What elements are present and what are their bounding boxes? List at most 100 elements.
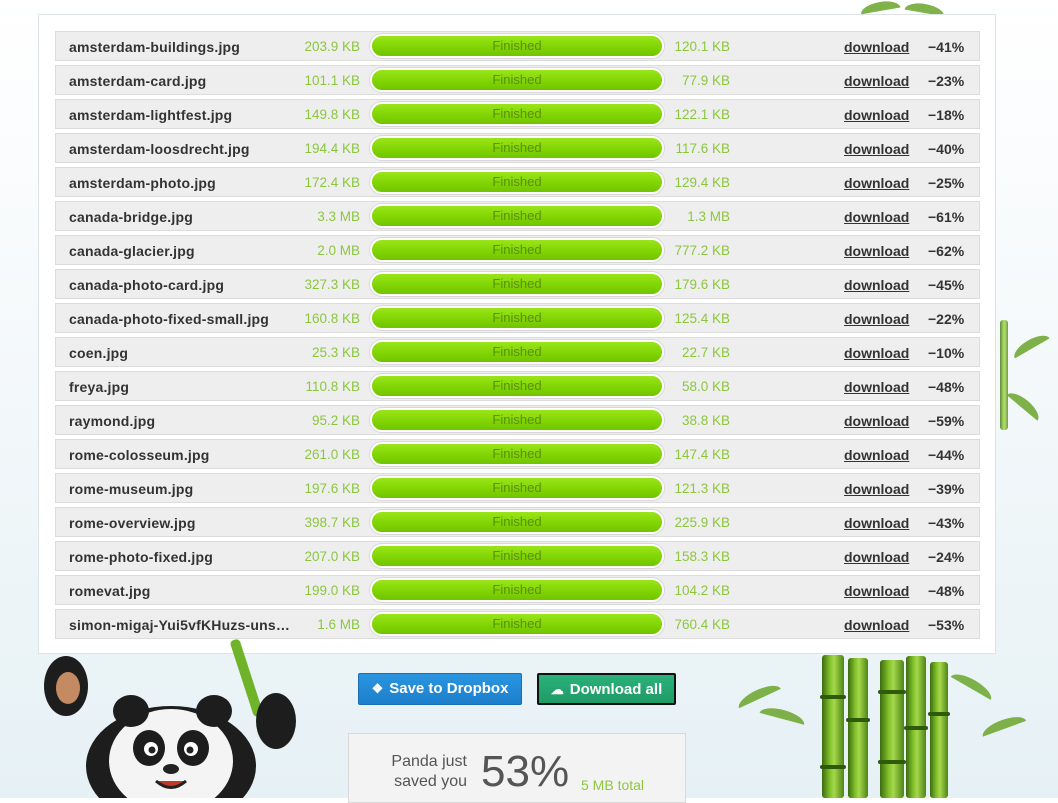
progress-status: Finished [492, 548, 542, 563]
original-size: 110.8 KB [305, 379, 360, 394]
compressed-size: 22.7 KB [681, 345, 730, 360]
download-link[interactable]: download [844, 515, 909, 531]
compressed-size: 58.0 KB [681, 379, 730, 394]
file-name: canada-photo-fixed-small.jpg [69, 311, 270, 327]
file-row: freya.jpg 110.8 KB Finished 58.0 KB download… [55, 371, 980, 401]
progress-bar: Finished [370, 544, 664, 568]
file-name: rome-colosseum.jpg [69, 447, 210, 463]
progress-status: Finished [492, 140, 542, 155]
file-name: coen.jpg [69, 345, 129, 361]
saving-percent: −10% [928, 345, 965, 361]
original-size: 95.2 KB [311, 413, 360, 428]
file-row: canada-bridge.jpg 3.3 MB Finished 1.3 MB dow… [55, 201, 980, 231]
progress-bar: Finished [370, 34, 664, 58]
save-to-dropbox-button[interactable]: ❖ Save to Dropbox [358, 673, 522, 705]
saving-percent: −44% [928, 447, 965, 463]
download-link[interactable]: download [844, 175, 909, 191]
progress-status: Finished [492, 514, 542, 529]
download-link[interactable]: download [844, 243, 909, 259]
original-size: 101.1 KB [304, 73, 360, 88]
progress-status: Finished [492, 310, 542, 325]
progress-bar: Finished [370, 170, 664, 194]
compressed-size: 147.4 KB [674, 447, 730, 462]
download-link[interactable]: download [844, 277, 909, 293]
download-link[interactable]: download [844, 73, 909, 89]
results-panel: amsterdam-buildings.jpg 203.9 KB Finished 1… [38, 14, 996, 654]
download-link[interactable]: download [844, 345, 909, 361]
progress-status: Finished [492, 242, 542, 257]
progress-bar: Finished [370, 476, 664, 500]
original-size: 194.4 KB [304, 141, 360, 156]
progress-status: Finished [492, 582, 542, 597]
download-link[interactable]: download [844, 583, 909, 599]
savings-percent: 53% [481, 747, 570, 796]
download-link[interactable]: download [844, 447, 909, 463]
saving-percent: −59% [928, 413, 965, 429]
saving-percent: −24% [928, 549, 965, 565]
download-link[interactable]: download [844, 413, 909, 429]
original-size: 160.8 KB [304, 311, 360, 326]
progress-bar: Finished [370, 102, 664, 126]
saving-percent: −45% [928, 277, 965, 293]
saving-percent: −18% [928, 107, 965, 123]
download-all-label: Download all [569, 681, 663, 698]
download-link[interactable]: download [844, 141, 909, 157]
saving-percent: −61% [928, 209, 965, 225]
file-name: rome-museum.jpg [69, 481, 194, 497]
file-row: amsterdam-buildings.jpg 203.9 KB Finished 1… [55, 31, 980, 61]
file-name: simon-migaj-Yui5vfKHuzs-unsp… [69, 617, 297, 633]
download-link[interactable]: download [844, 549, 909, 565]
saving-percent: −48% [928, 583, 965, 599]
compressed-size: 1.3 MB [687, 209, 730, 224]
file-name: freya.jpg [69, 379, 130, 395]
progress-bar: Finished [370, 578, 664, 602]
progress-bar: Finished [370, 510, 664, 534]
file-name: rome-photo-fixed.jpg [69, 549, 213, 565]
download-link[interactable]: download [844, 481, 909, 497]
progress-status: Finished [492, 480, 542, 495]
file-name: canada-glacier.jpg [69, 243, 195, 259]
saving-percent: −41% [928, 39, 965, 55]
compressed-size: 129.4 KB [674, 175, 730, 190]
file-name: amsterdam-lightfest.jpg [69, 107, 233, 123]
original-size: 197.6 KB [304, 481, 360, 496]
download-all-button[interactable]: ☁ Download all [537, 673, 676, 705]
original-size: 1.6 MB [317, 617, 360, 632]
progress-bar: Finished [370, 68, 664, 92]
savings-total: 5 MB total [581, 777, 645, 793]
compressed-size: 117.6 KB [675, 141, 730, 156]
original-size: 207.0 KB [304, 549, 360, 564]
original-size: 3.3 MB [317, 209, 360, 224]
progress-bar: Finished [370, 408, 664, 432]
compressed-size: 777.2 KB [674, 243, 730, 258]
cloud-download-icon: ☁ [550, 682, 564, 697]
file-row: amsterdam-card.jpg 101.1 KB Finished 77.9 K… [55, 65, 980, 95]
original-size: 172.4 KB [304, 175, 360, 190]
panda-mascot-icon [44, 639, 296, 798]
compressed-size: 120.1 KB [674, 39, 730, 54]
saving-percent: −22% [928, 311, 965, 327]
download-link[interactable]: download [844, 209, 909, 225]
progress-status: Finished [492, 106, 542, 121]
file-name: romevat.jpg [69, 583, 151, 599]
original-size: 2.0 MB [317, 243, 360, 258]
download-link[interactable]: download [844, 311, 909, 327]
file-row: rome-photo-fixed.jpg 207.0 KB Finished 158.… [55, 541, 980, 571]
progress-status: Finished [492, 616, 542, 631]
download-link[interactable]: download [844, 379, 909, 395]
saving-percent: −39% [928, 481, 965, 497]
download-link[interactable]: download [844, 107, 909, 123]
file-row: simon-migaj-Yui5vfKHuzs-unsp… 1.6 MB Finis… [55, 609, 980, 639]
compressed-size: 760.4 KB [674, 617, 730, 632]
original-size: 203.9 KB [304, 39, 360, 54]
compressed-size: 225.9 KB [674, 515, 730, 530]
savings-label: Panda just saved you [391, 753, 467, 790]
download-link[interactable]: download [844, 39, 909, 55]
original-size: 327.3 KB [304, 277, 360, 292]
file-name: amsterdam-card.jpg [69, 73, 207, 89]
compressed-size: 122.1 KB [674, 107, 730, 122]
saving-percent: −53% [928, 617, 965, 633]
download-link[interactable]: download [844, 617, 909, 633]
saving-percent: −48% [928, 379, 965, 395]
file-row: rome-museum.jpg 197.6 KB Finished 121.3 KB d… [55, 473, 980, 503]
